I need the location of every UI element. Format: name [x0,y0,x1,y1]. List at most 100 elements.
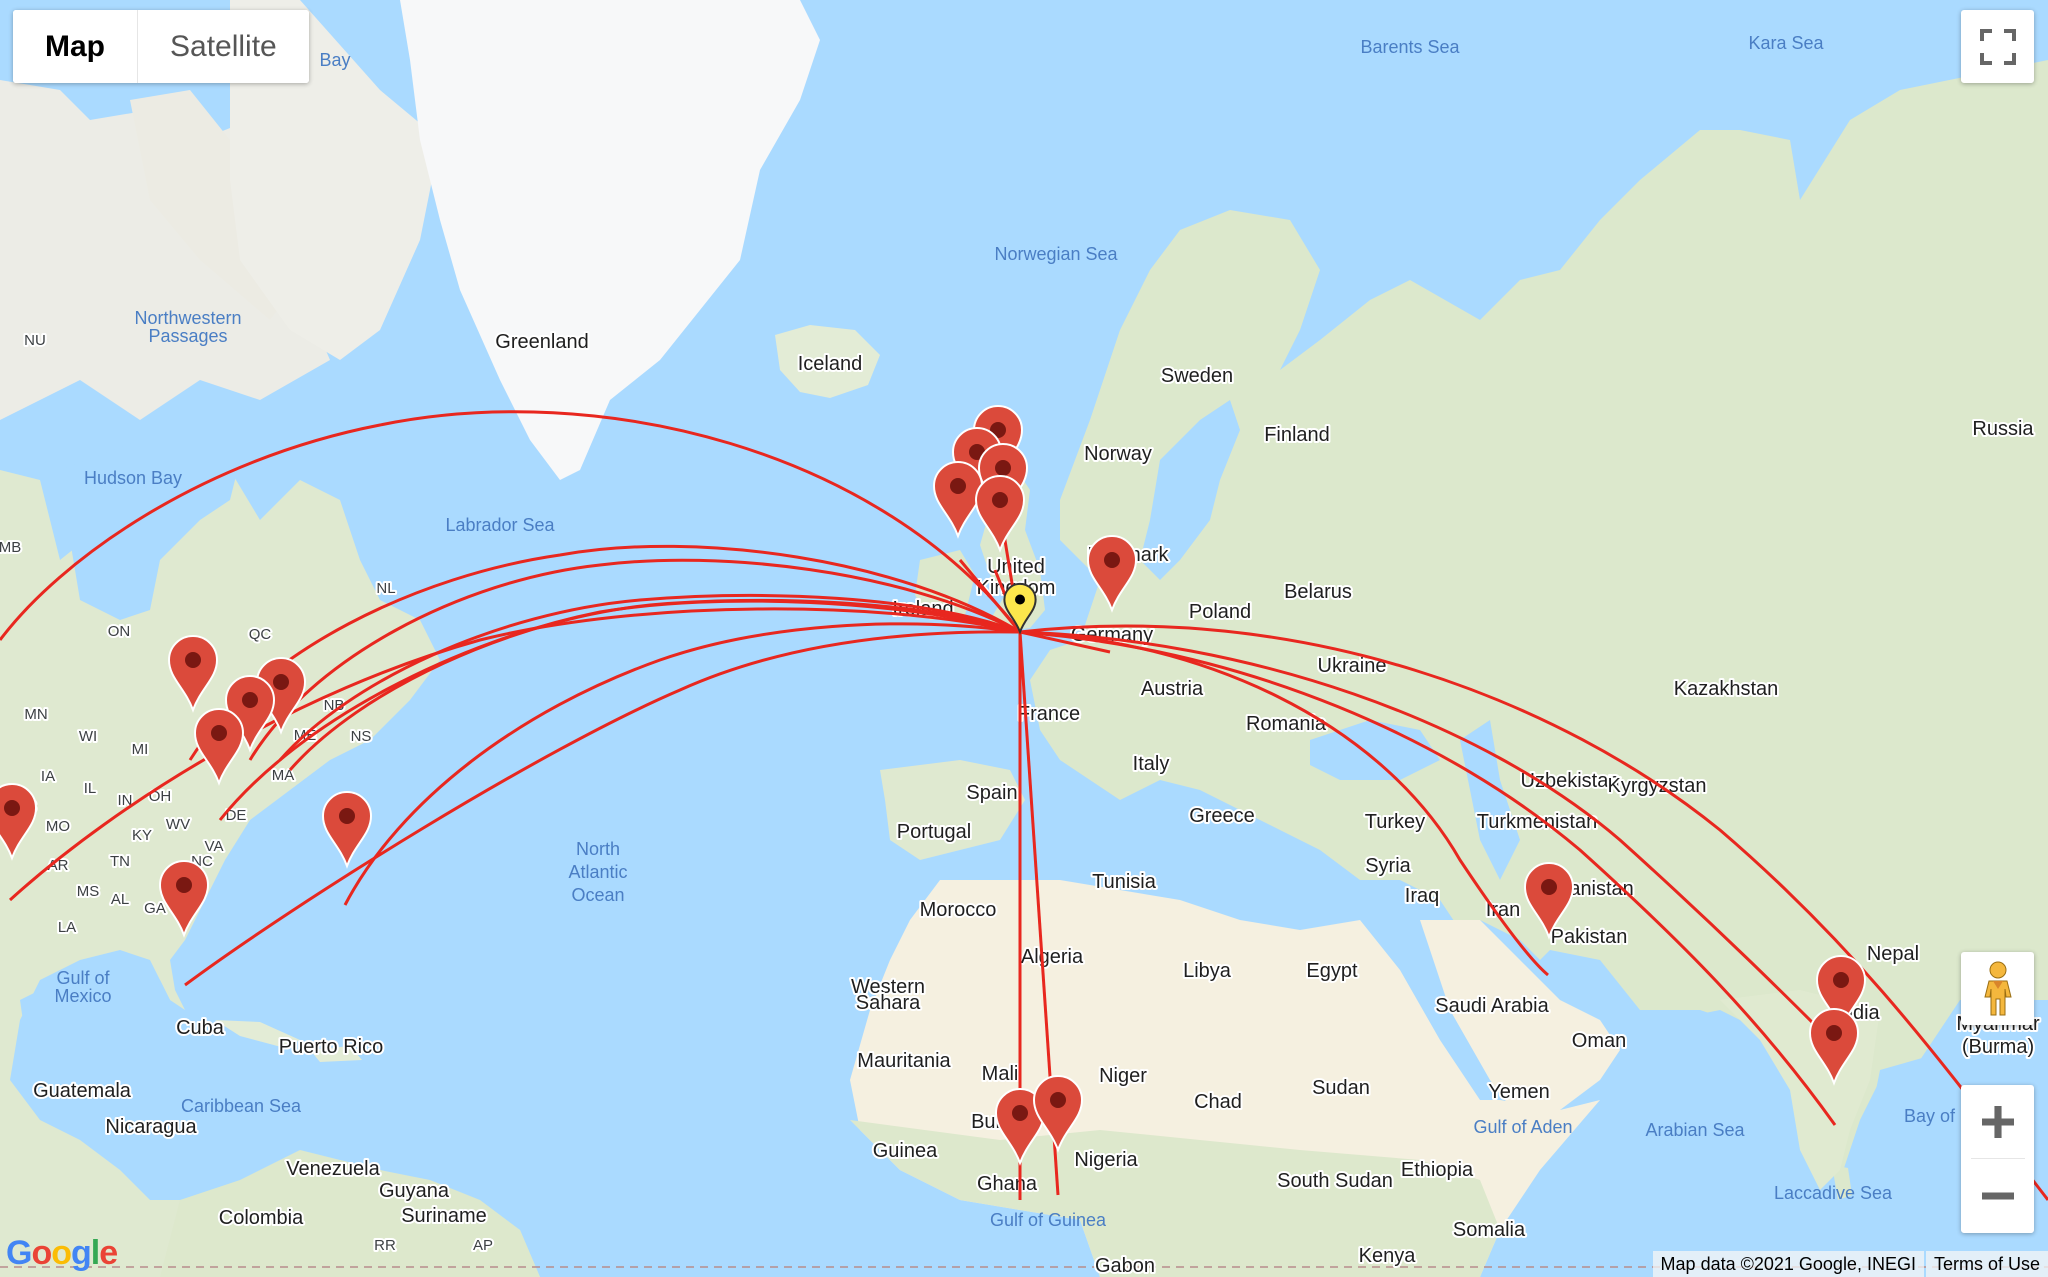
country-label: Greece [1189,805,1255,827]
country-label: Guyana [379,1180,450,1202]
country-label: Egypt [1306,960,1358,982]
water-label: Passages [148,326,227,346]
country-label: Nicaragua [105,1116,197,1138]
water-label: Northwestern [134,308,241,328]
state-label: RR [374,1237,396,1254]
country-label: Syria [1365,855,1411,877]
country-label: Sahara [856,992,921,1014]
street-view-pegman-icon [1983,961,2012,1015]
street-view-pegman-button[interactable] [1961,952,2034,1025]
country-label: Niger [1099,1065,1147,1087]
country-label: Yemen [1488,1081,1550,1103]
zoom-control [1961,1085,2034,1233]
country-label: Oman [1572,1030,1626,1052]
logo-letter: g [71,1234,92,1272]
logo-letter: e [99,1234,118,1272]
water-label: Arabian Sea [1645,1120,1745,1140]
country-label: Gabon [1095,1255,1155,1277]
country-label: Kyrgyzstan [1608,775,1707,797]
country-label: Iraq [1405,885,1439,907]
water-label: Laccadive Sea [1774,1183,1893,1203]
water-label: Atlantic [568,862,627,882]
country-label: Mali [982,1063,1019,1085]
country-label: Belarus [1284,581,1352,603]
country-label: Morocco [920,899,997,921]
plus-icon [1981,1105,2014,1138]
water-label: Bay [319,50,350,70]
state-label: NS [351,728,372,745]
state-label: MS [77,883,100,900]
country-label: Sweden [1161,365,1233,387]
country-label: Guatemala [33,1080,132,1102]
country-label: Tunisia [1092,871,1157,893]
state-label: GA [144,900,166,917]
logo-letter: o [31,1234,52,1272]
zoom-in-button[interactable] [1961,1085,2034,1158]
water-label: Barents Sea [1360,37,1460,57]
country-label: Venezuela [286,1158,380,1180]
water-label: Caribbean Sea [181,1096,302,1116]
country-label: Nigeria [1074,1149,1138,1171]
map-footer: Map data ©2021 Google, INEGI Terms of Us… [1652,1251,2048,1277]
state-label: MO [46,818,70,835]
water-label: Ocean [571,885,624,905]
country-label: Russia [1972,418,2034,440]
country-label: Saudi Arabia [1435,995,1549,1017]
country-label: Portugal [897,821,972,843]
map-type-satellite-button[interactable]: Satellite [138,10,309,83]
country-label: Nepal [1867,943,1919,965]
state-label: IL [84,780,97,797]
country-label: (Burma) [1962,1036,2034,1058]
country-label: Guinea [873,1140,938,1162]
country-label: Spain [966,782,1017,804]
terms-of-use-link[interactable]: Terms of Use [1925,1251,2048,1277]
map-canvas[interactable]: Bay NorthwesternPassages Barents Sea Kara S… [0,0,2048,1277]
state-label: NL [376,580,395,597]
country-label: Chad [1194,1091,1242,1113]
fullscreen-button[interactable] [1961,10,2034,83]
water-label: Labrador Sea [445,515,555,535]
country-label: Austria [1141,678,1204,700]
country-label: South Sudan [1277,1170,1393,1192]
fullscreen-icon [1979,28,2016,65]
country-label: Norway [1084,443,1152,465]
google-logo[interactable]: Google [6,1234,118,1273]
state-label: WI [79,728,97,745]
state-label: AL [111,891,129,908]
country-label: Puerto Rico [279,1036,384,1058]
water-label: Gulf of [56,968,110,988]
zoom-out-button[interactable] [1961,1159,2034,1232]
water-label: Gulf of Aden [1473,1117,1572,1137]
country-label: Algeria [1021,946,1084,968]
country-label: Poland [1189,601,1251,623]
country-label: Colombia [219,1207,304,1229]
state-label: MB [0,539,21,556]
country-label: Ghana [977,1173,1038,1195]
country-label: Turkey [1365,811,1425,833]
state-label: AP [473,1237,493,1254]
minus-icon [1981,1191,2014,1200]
country-label: Italy [1133,753,1170,775]
state-label: MI [132,741,149,758]
state-label: NU [24,332,46,349]
country-label: Suriname [401,1205,487,1227]
map-attribution: Map data ©2021 Google, INEGI [1652,1251,1924,1277]
state-label: TN [110,853,130,870]
country-label: Somalia [1453,1219,1526,1241]
country-label: Iran [1486,899,1520,921]
state-label: WV [166,816,190,833]
country-label: Kenya [1359,1245,1417,1267]
state-label: LA [58,919,76,936]
country-label: Libya [1183,960,1232,982]
country-label: Finland [1264,424,1330,446]
state-label: KY [132,827,152,844]
country-label: Mauritania [857,1050,951,1072]
water-label: Norwegian Sea [994,244,1118,264]
logo-letter: l [90,1234,101,1272]
map-type-control: Map Satellite [13,10,309,83]
map-type-map-button[interactable]: Map [13,10,137,83]
country-label: Sudan [1312,1077,1370,1099]
country-label: Iceland [798,353,863,375]
country-label: Kazakhstan [1674,678,1779,700]
logo-letter: o [51,1234,72,1272]
